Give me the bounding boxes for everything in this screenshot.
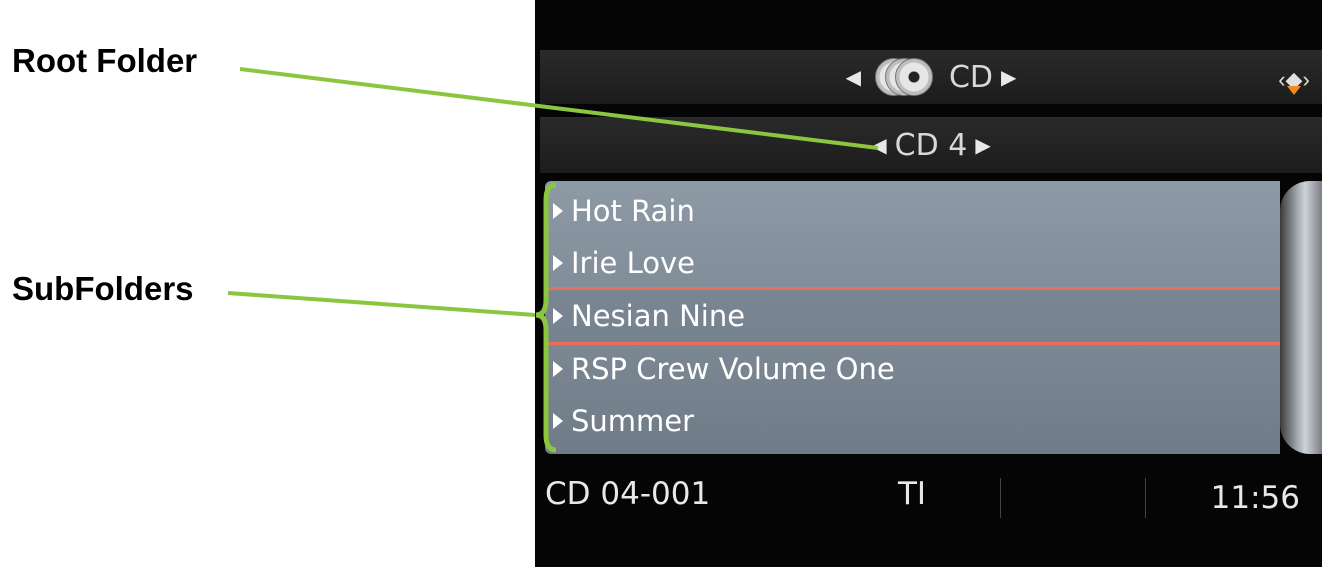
joystick-icon: ‹◆› xyxy=(1276,62,1312,98)
subfolder-list: Hot Rain Irie Love Nesian Nine RSP Crew … xyxy=(545,181,1280,454)
source-next-arrow-icon[interactable]: ▶ xyxy=(1001,65,1016,89)
list-item-label: RSP Crew Volume One xyxy=(571,352,895,386)
source-label: CD xyxy=(948,59,994,95)
subfolders-annotation: SubFolders xyxy=(12,270,194,307)
list-item[interactable]: Irie Love xyxy=(545,237,1280,289)
list-item-label: Hot Rain xyxy=(571,194,695,228)
status-divider xyxy=(1000,478,1001,518)
source-bar[interactable]: ◀ CD ▶ xyxy=(540,50,1322,104)
clock: 11:56 xyxy=(1210,480,1300,516)
folder-arrow-icon xyxy=(553,361,563,377)
source-prev-arrow-icon[interactable]: ◀ xyxy=(846,65,861,89)
scrollbar[interactable] xyxy=(1280,181,1322,454)
infotainment-screen: ◀ CD ▶ ‹◆› ◀ CD 4 ▶ Hot Rain Irie Love N… xyxy=(535,0,1322,567)
ti-indicator: TI xyxy=(898,476,927,512)
status-divider xyxy=(1145,478,1146,518)
status-bar: CD 04-001 TI 11:56 xyxy=(545,466,1322,526)
list-item-label: Summer xyxy=(571,404,695,438)
folder-label: CD 4 xyxy=(894,127,968,163)
folder-arrow-icon xyxy=(553,308,563,324)
subfolders-leader-line xyxy=(227,291,536,317)
folder-arrow-icon xyxy=(553,255,563,271)
list-item-label: Irie Love xyxy=(571,246,695,280)
folder-prev-arrow-icon[interactable]: ◀ xyxy=(871,133,886,157)
list-item[interactable]: Summer xyxy=(545,395,1280,447)
track-number: CD 04-001 xyxy=(545,476,711,512)
root-folder-annotation: Root Folder xyxy=(12,42,198,79)
folder-next-arrow-icon[interactable]: ▶ xyxy=(975,133,990,157)
list-item[interactable]: RSP Crew Volume One xyxy=(545,343,1280,395)
list-item-selected[interactable]: Nesian Nine xyxy=(545,287,1280,345)
list-item-label: Nesian Nine xyxy=(571,299,746,333)
folder-arrow-icon xyxy=(553,413,563,429)
disc-stack-icon xyxy=(874,58,935,96)
folder-bar[interactable]: ◀ CD 4 ▶ xyxy=(540,117,1322,173)
folder-arrow-icon xyxy=(553,203,563,219)
list-item[interactable]: Hot Rain xyxy=(545,185,1280,237)
